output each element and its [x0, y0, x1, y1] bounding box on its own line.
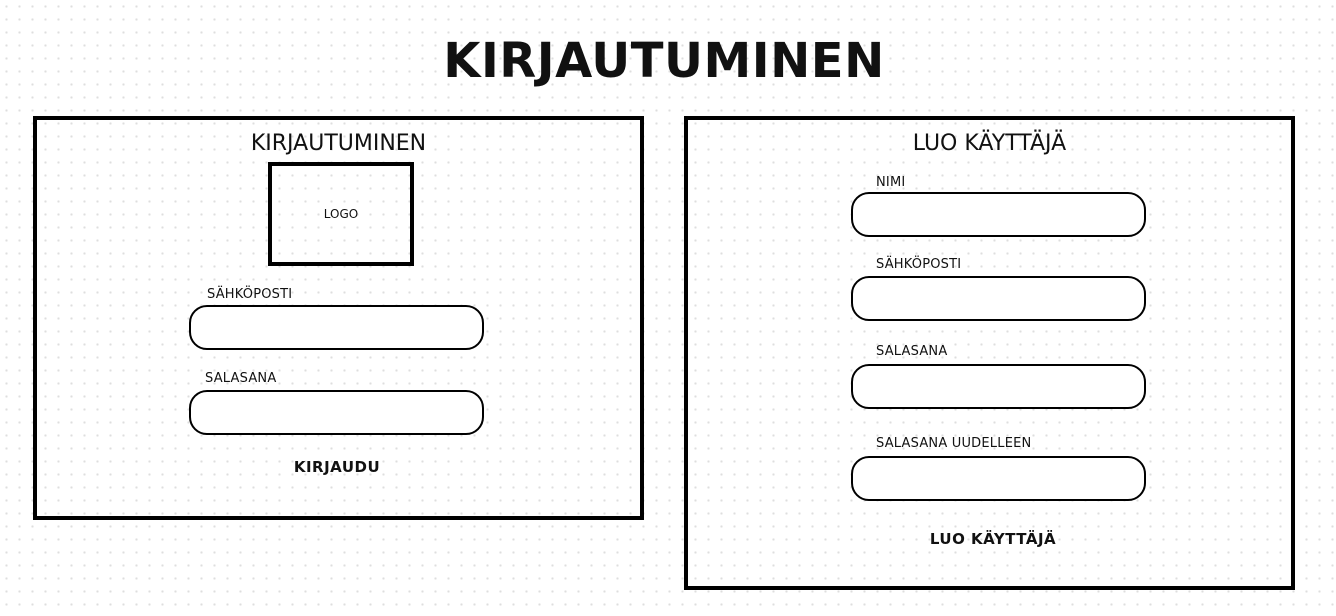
- login-email-label: SÄHKÖPOSTI: [207, 287, 293, 302]
- register-email-label: SÄHKÖPOSTI: [876, 257, 962, 272]
- register-name-input[interactable]: [851, 192, 1146, 237]
- login-email-input[interactable]: [189, 305, 484, 350]
- register-email-input[interactable]: [851, 276, 1146, 321]
- logo-placeholder: LOGO: [268, 162, 414, 266]
- login-panel: KIRJAUTUMINEN LOGO SÄHKÖPOSTI SALASANA K…: [33, 116, 644, 520]
- register-panel: LUO KÄYTTÄJÄ NIMI SÄHKÖPOSTI SALASANA SA…: [684, 116, 1295, 590]
- login-password-label: SALASANA: [205, 371, 277, 386]
- logo-text: LOGO: [323, 207, 359, 221]
- register-password-label: SALASANA: [876, 344, 948, 359]
- register-name-label: NIMI: [876, 175, 906, 190]
- register-password-repeat-label: SALASANA UUDELLEEN: [876, 436, 1032, 451]
- register-password-repeat-input[interactable]: [851, 456, 1146, 501]
- create-user-button[interactable]: LUO KÄYTTÄJÄ: [878, 528, 1108, 550]
- page-title: KIRJAUTUMINEN: [443, 33, 885, 89]
- login-panel-title: KIRJAUTUMINEN: [250, 131, 427, 156]
- login-password-input[interactable]: [189, 390, 484, 435]
- register-password-input[interactable]: [851, 364, 1146, 409]
- register-panel-title: LUO KÄYTTÄJÄ: [912, 131, 1067, 156]
- login-button[interactable]: KIRJAUDU: [237, 456, 437, 478]
